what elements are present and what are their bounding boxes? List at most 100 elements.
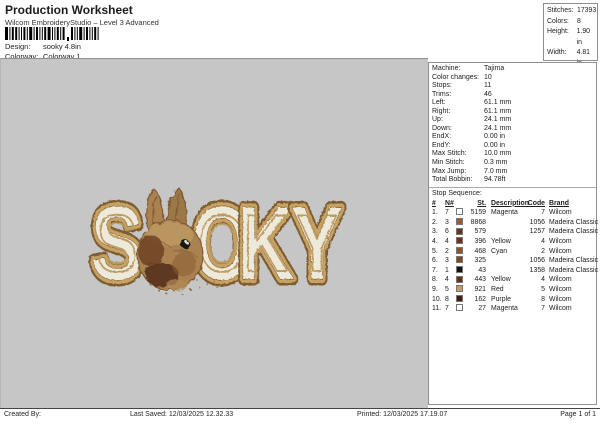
created-by-label: Created By: — [4, 411, 41, 418]
thread-code: 1056 — [529, 257, 545, 265]
machine-param-row: Total Bobbin: 94.78ft — [432, 176, 596, 185]
thread-description: Yellow — [491, 276, 511, 284]
machine-param-row: Color changes: 10 — [432, 74, 596, 83]
stop-sequence-row: 3. 6 579 1257 Madeira Classic 40 — [429, 227, 600, 237]
thread-swatch-cell — [456, 304, 468, 314]
thread-code: 7 — [541, 305, 545, 313]
thread-description: Yellow — [491, 238, 511, 246]
thread-color-swatch — [456, 218, 463, 226]
machine-param-label: Up: — [432, 116, 443, 124]
machine-param-row: Max Stitch: 10.0 mm — [432, 150, 596, 159]
stop-number: 3. — [432, 228, 438, 236]
thread-description: Magenta — [491, 305, 518, 313]
machine-parameters-list: Machine: Tajima Color changes: 10 Stops:… — [429, 63, 596, 185]
thread-code: 4 — [541, 238, 545, 246]
thread-color-swatch — [456, 256, 463, 264]
stitch-count: 162 — [474, 295, 487, 303]
stop-sequence-header: # N# St. Description Code Brand — [429, 199, 596, 209]
summary-row: Height: 1.90 in — [547, 27, 597, 48]
thread-description: Magenta — [491, 209, 518, 217]
thread-swatch-cell — [456, 218, 468, 228]
col-description: Description — [491, 199, 529, 207]
thread-brand: Madeira Classic 40 — [549, 266, 600, 274]
stop-number: 4. — [432, 238, 438, 246]
stop-sequence-title: Stop Sequence: — [432, 189, 482, 197]
thread-brand: Madeira Classic 40 — [549, 257, 600, 265]
thread-color-swatch — [456, 304, 463, 312]
thread-swatch-cell — [456, 237, 468, 247]
stop-sequence-row: 10. 8 162 Purple 8 Wilcom — [429, 294, 596, 305]
machine-param-label: Total Bobbin: — [432, 176, 473, 184]
machine-param-value: 7.0 mm — [484, 167, 508, 175]
stop-number: 10. — [432, 295, 442, 303]
thread-color-swatch — [456, 208, 463, 216]
machine-param-label: Left: — [432, 99, 446, 107]
thread-color-swatch — [456, 246, 463, 254]
stop-sequence-row: 8. 4 443 Yellow 4 Wilcom — [429, 275, 596, 285]
app-subtitle: Wilcom EmbroideryStudio – Level 3 Advanc… — [5, 18, 159, 27]
thread-code: 1257 — [529, 228, 545, 236]
machine-param-value: 61.1 mm — [484, 99, 512, 107]
machine-param-row: Trims: 46 — [432, 91, 596, 100]
col-brand: Brand — [549, 199, 569, 207]
machine-param-label: Color changes: — [432, 73, 480, 81]
stop-sequence-row: 2. 3 8868 1056 Madeira Classic 40 — [429, 218, 600, 228]
col-stop-number: # — [432, 199, 436, 207]
thread-code: 1056 — [529, 218, 545, 226]
letter-K: KKKK — [232, 181, 300, 308]
stitch-count: 921 — [474, 286, 487, 293]
design-value: sooky 4.8in — [43, 42, 81, 51]
svg-text:S: S — [97, 199, 138, 290]
thread-swatch-cell — [456, 294, 468, 305]
col-needle: N# — [445, 199, 454, 207]
design-name-row: Design: sooky 4.8in — [5, 42, 81, 51]
summary-value: 17393 — [577, 7, 597, 14]
needle-number: 4 — [445, 238, 449, 246]
summary-value: 8 — [577, 17, 581, 25]
machine-param-row: Machine: Tajima — [432, 65, 596, 74]
thread-code: 5 — [541, 286, 545, 293]
stop-number: 5. — [432, 247, 438, 255]
stop-sequence-row: 1. 7 5159 Magenta 7 Wilcom — [429, 208, 596, 218]
thread-swatch-cell — [456, 208, 468, 218]
machine-param-row: Up: 24.1 mm — [432, 116, 596, 125]
stop-number: 1. — [432, 209, 438, 217]
stitch-count: 396 — [474, 238, 487, 246]
summary-label: Stitches: — [547, 7, 574, 14]
needle-number: 5 — [445, 286, 449, 293]
thread-color-swatch — [456, 265, 463, 273]
needle-number: 1 — [445, 266, 449, 274]
machine-param-value: 0.00 in — [484, 133, 506, 141]
machine-param-value: 46 — [484, 90, 492, 98]
col-code: Code — [527, 199, 545, 207]
thread-swatch-cell — [456, 285, 468, 295]
stitch-count: 43 — [478, 266, 486, 274]
thread-brand: Wilcom — [549, 295, 572, 303]
machine-param-value: 11 — [484, 82, 492, 90]
letter-Y: YYYY — [285, 181, 348, 308]
stop-sequence-table: 1. 7 5159 Magenta 7 Wilcom 2. 3 8868 105… — [429, 208, 600, 314]
machine-param-label: EndX: — [432, 133, 452, 141]
stop-number: 2. — [432, 218, 438, 226]
thread-code: 2 — [541, 247, 545, 255]
stitch-count: 443 — [474, 276, 487, 284]
thread-brand: Wilcom — [549, 276, 572, 284]
thread-brand: Wilcom — [549, 305, 572, 313]
thread-swatch-cell — [456, 265, 468, 276]
machine-param-label: Max Jump: — [432, 167, 467, 175]
design-info-panel: Machine: Tajima Color changes: 10 Stops:… — [428, 62, 600, 405]
sooky-design-graphic: SSSS OOOOKKKK YYYY — [85, 181, 348, 308]
stop-number: 6. — [432, 257, 438, 265]
stop-sequence-row: 6. 3 325 1056 Madeira Classic 40 — [429, 256, 600, 266]
thread-brand: Wilcom — [549, 247, 572, 255]
stitch-count: 8868 — [470, 218, 486, 226]
bunny-eye — [180, 239, 190, 249]
needle-number: 3 — [445, 218, 449, 226]
thread-swatch-cell — [456, 246, 468, 257]
machine-param-row: Max Jump: 7.0 mm — [432, 168, 596, 177]
thread-color-swatch — [456, 285, 463, 293]
stop-sequence-row: 4. 4 396 Yellow 4 Wilcom — [429, 237, 596, 247]
varsity-letters: SSSS OOOOKKKK YYYY — [85, 181, 348, 308]
thread-color-swatch — [456, 294, 463, 302]
needle-number: 2 — [445, 247, 449, 255]
